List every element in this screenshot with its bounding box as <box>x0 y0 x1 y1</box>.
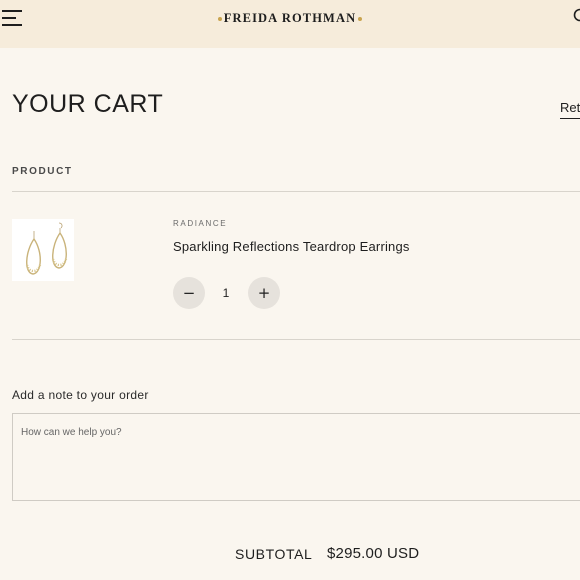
product-column-header: PRODUCT <box>12 166 73 177</box>
teardrop-earrings-image <box>25 222 68 275</box>
return-to-shop-link[interactable]: Retu <box>560 100 580 119</box>
subtotal-label: SUBTOTAL <box>235 546 313 562</box>
item-divider <box>12 339 580 340</box>
page-title: YOUR CART <box>12 90 164 118</box>
subtotal-value: $295.00 USD <box>327 545 420 562</box>
logo-dot-right <box>358 17 363 22</box>
order-note-textarea[interactable] <box>12 413 580 501</box>
increase-quantity-button[interactable]: + <box>248 277 280 309</box>
order-note-label: Add a note to your order <box>12 388 149 402</box>
brand-name: FREIDA ROTHMAN <box>223 11 357 25</box>
header-divider <box>12 191 580 192</box>
product-collection: RADIANCE <box>173 219 228 228</box>
logo-dot-left <box>217 17 222 22</box>
decrease-quantity-button[interactable]: − <box>173 277 205 309</box>
quantity-value[interactable]: 1 <box>216 286 236 300</box>
brand-logo[interactable]: FREIDA ROTHMAN <box>0 11 580 26</box>
product-name-link[interactable]: Sparkling Reflections Teardrop Earrings <box>173 239 410 254</box>
search-icon[interactable] <box>573 8 580 24</box>
site-header: FREIDA ROTHMAN <box>0 0 580 48</box>
product-image[interactable] <box>12 219 74 281</box>
